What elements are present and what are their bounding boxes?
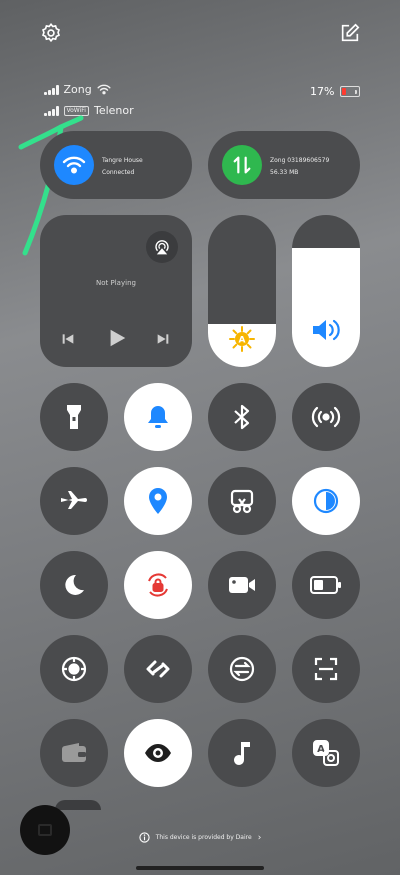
- location-toggle[interactable]: [124, 467, 192, 535]
- airplay-icon: [155, 240, 169, 255]
- eye-comfort-icon: [313, 488, 339, 514]
- carrier-number: Zong 03189606579: [270, 157, 330, 164]
- scan-icon: [314, 657, 338, 681]
- wifi-status-icon: [97, 84, 111, 95]
- dark-mode-toggle[interactable]: [40, 551, 108, 619]
- wallet-icon: [62, 743, 86, 762]
- video-icon: [229, 577, 255, 593]
- signal-icon: [44, 84, 59, 95]
- volume-icon: [310, 317, 342, 347]
- footer-text: This device is provided by Daire: [155, 834, 252, 841]
- mobile-data-tile[interactable]: Zong 03189606579 56.33 MB: [208, 131, 360, 199]
- battery-percent: 17%: [310, 85, 335, 98]
- previous-button[interactable]: [60, 331, 76, 351]
- mobile-data-icon: [222, 145, 262, 185]
- link-toggle[interactable]: [124, 635, 192, 703]
- link-icon: [146, 660, 170, 678]
- edit-icon: [341, 23, 360, 42]
- eye-comfort-toggle[interactable]: [292, 467, 360, 535]
- media-player: Not Playing: [40, 215, 192, 367]
- gear-icon: [42, 23, 60, 43]
- wifi-tile[interactable]: Tangre House Connected: [40, 131, 192, 199]
- bell-icon: [148, 406, 168, 428]
- edit-button[interactable]: [337, 20, 363, 46]
- partial-tile: [55, 800, 101, 810]
- battery-saver-icon: [310, 576, 341, 594]
- cast-button[interactable]: [146, 231, 178, 263]
- play-button[interactable]: [106, 327, 128, 353]
- battery-icon: [340, 86, 361, 97]
- airplane-toggle[interactable]: [40, 467, 108, 535]
- scan-toggle[interactable]: [292, 635, 360, 703]
- signal-icon: [44, 105, 59, 116]
- music-toggle[interactable]: [208, 719, 276, 787]
- moon-icon: [65, 574, 84, 595]
- flashlight-toggle[interactable]: [40, 383, 108, 451]
- brightness-icon: A: [228, 325, 256, 353]
- privacy-view-toggle[interactable]: [124, 719, 192, 787]
- screen-record-toggle[interactable]: [208, 551, 276, 619]
- sim1-name: Zong: [63, 83, 92, 96]
- info-icon: [139, 832, 150, 843]
- sync-toggle[interactable]: [208, 635, 276, 703]
- music-icon: [234, 742, 250, 765]
- svg-text:A: A: [239, 336, 246, 346]
- next-button[interactable]: [155, 331, 171, 351]
- airplane-icon: [61, 491, 87, 509]
- media-status: Not Playing: [96, 279, 136, 287]
- eye-icon: [145, 744, 171, 762]
- volume-slider[interactable]: [292, 215, 360, 367]
- wallet-toggle[interactable]: [40, 719, 108, 787]
- play-icon: [110, 329, 126, 347]
- rotation-lock-icon: [148, 573, 168, 597]
- sound-toggle[interactable]: [124, 383, 192, 451]
- rotation-lock-toggle[interactable]: [124, 551, 192, 619]
- sync-icon: [229, 656, 255, 682]
- assistive-icon: [61, 656, 87, 682]
- bluetooth-toggle[interactable]: [208, 383, 276, 451]
- floating-button[interactable]: [20, 805, 70, 855]
- device-provider-note[interactable]: This device is provided by Daire ›: [0, 832, 400, 843]
- home-indicator[interactable]: [136, 866, 264, 870]
- screenshot-icon: [230, 489, 254, 514]
- wifi-status: Connected: [102, 169, 135, 176]
- settings-button[interactable]: [38, 20, 64, 46]
- assistive-touch-toggle[interactable]: [40, 635, 108, 703]
- sim1-status: Zong: [44, 83, 111, 96]
- previous-icon: [62, 334, 74, 344]
- next-icon: [157, 334, 169, 344]
- wifi-icon: [54, 145, 94, 185]
- vowifi-badge: VoWiFi: [63, 105, 89, 116]
- wifi-network-name: Tangre House: [102, 157, 143, 164]
- battery-saver-toggle[interactable]: [292, 551, 360, 619]
- flashlight-icon: [67, 405, 81, 429]
- screenshot-toggle[interactable]: [208, 467, 276, 535]
- hotspot-toggle[interactable]: [292, 383, 360, 451]
- brightness-slider[interactable]: A: [208, 215, 276, 367]
- location-icon: [149, 488, 167, 514]
- bluetooth-icon: [234, 404, 250, 430]
- data-usage: 56.33 MB: [270, 169, 299, 176]
- translate-icon: A: [313, 740, 339, 766]
- chevron-right-icon: ›: [257, 832, 262, 843]
- translate-toggle[interactable]: A: [292, 719, 360, 787]
- hotspot-icon: [311, 406, 341, 428]
- battery-status: 17%: [310, 85, 361, 98]
